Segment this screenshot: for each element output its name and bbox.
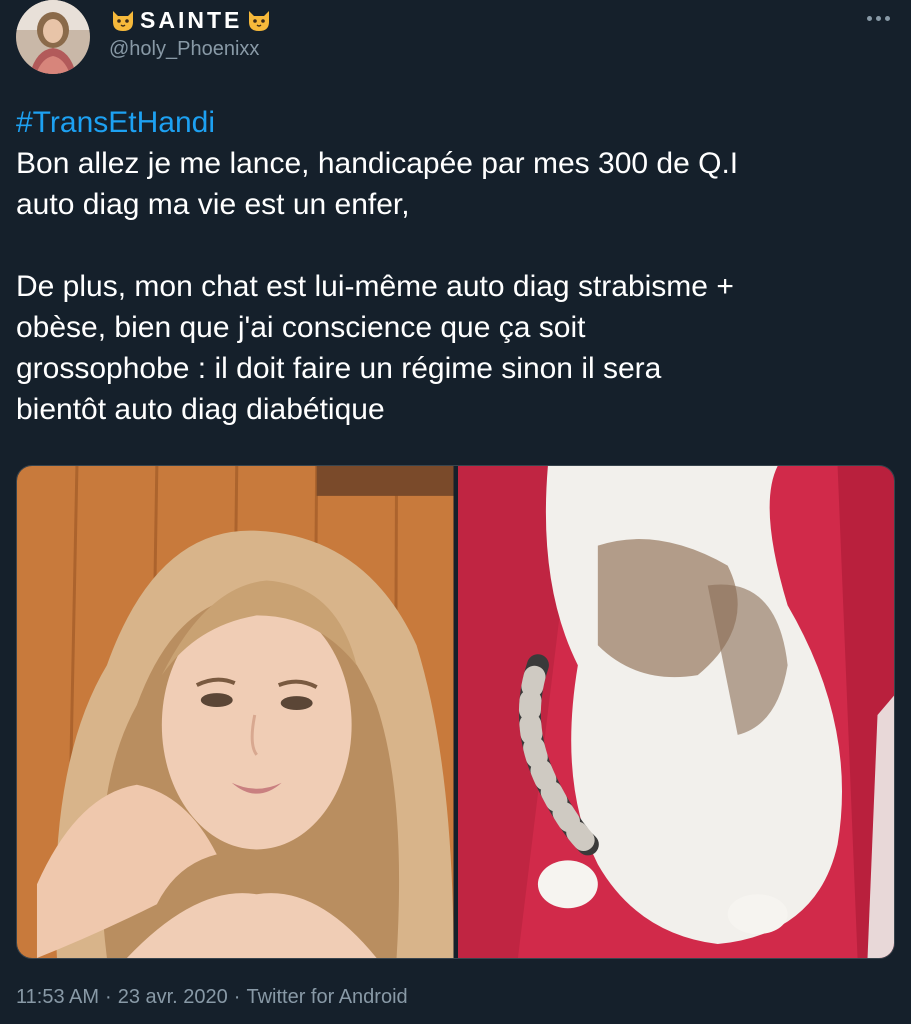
more-options-icon[interactable] (860, 4, 896, 32)
tweet-line: bientôt auto diag diabétique (16, 393, 385, 426)
tweet-text: #TransEtHandi Bon allez je me lance, han… (16, 102, 896, 430)
tweet-footer: 11:53 AM · 23 avr. 2020 · Twitter for An… (16, 986, 408, 1009)
tweet-media (16, 465, 895, 959)
hashtag-link[interactable]: #TransEtHandi (16, 102, 896, 143)
avatar[interactable] (16, 0, 90, 74)
tweet-line: obèse, bien que j'ai conscience que ça s… (16, 311, 586, 344)
tweet-header: SAINTE @holy_Phoenixx (16, 0, 896, 80)
tweet-time[interactable]: 11:53 AM (16, 986, 99, 1009)
photo-selfie[interactable] (17, 466, 454, 958)
tweet-line: De plus, mon chat est lui-même auto diag… (16, 270, 734, 303)
tweet-line (16, 225, 896, 266)
cat-face-icon (113, 11, 133, 31)
photo-cat[interactable] (457, 466, 894, 958)
selfie-image (17, 466, 454, 958)
separator: · (105, 986, 112, 1008)
user-handle[interactable]: @holy_Phoenixx (109, 38, 273, 61)
tweet-source[interactable]: Twitter for Android (246, 986, 407, 1009)
tweet-date[interactable]: 23 avr. 2020 (118, 986, 228, 1009)
separator: · (233, 986, 241, 1008)
user-info[interactable]: SAINTE @holy_Phoenixx (109, 4, 273, 61)
cat-image (457, 466, 894, 958)
display-name-text: SAINTE (140, 6, 243, 33)
tweet: SAINTE @holy_Phoenixx #TransEtHandi Bon … (0, 0, 911, 1024)
tweet-line: grossophobe : il doit faire un régime si… (16, 352, 662, 385)
display-name[interactable]: SAINTE (109, 4, 273, 36)
cat-face-icon (249, 11, 270, 31)
tweet-line: Bon allez je me lance, handicapée par me… (16, 147, 739, 180)
tweet-line: auto diag ma vie est un enfer, (16, 188, 410, 221)
avatar-image (16, 0, 90, 74)
